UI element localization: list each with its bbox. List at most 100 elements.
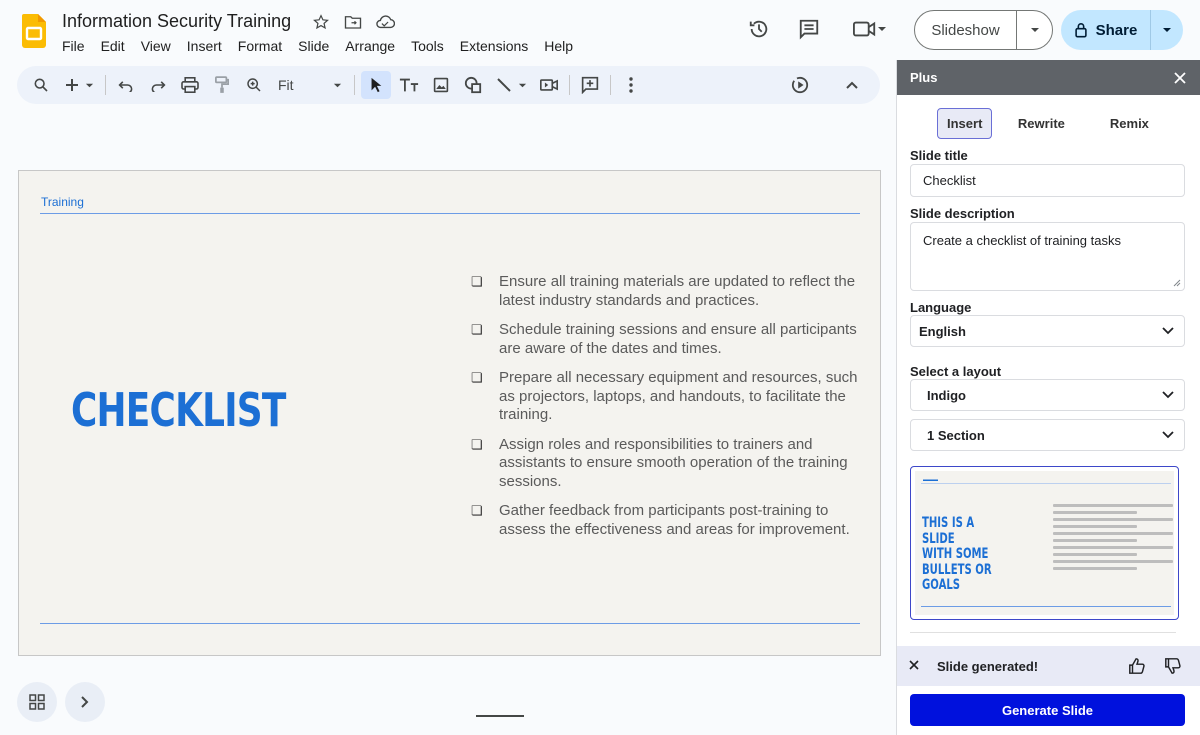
redo-icon[interactable] <box>144 71 172 99</box>
motion-icon[interactable] <box>786 71 814 99</box>
chevron-down-icon[interactable] <box>518 81 527 90</box>
line-icon[interactable] <box>491 71 531 99</box>
section-count-select[interactable]: 1 Section <box>910 419 1185 451</box>
slide-bottom-rule <box>40 623 860 624</box>
checkbox-bullet-icon: ❏ <box>471 322 483 337</box>
preview-bullet-line <box>1053 525 1137 528</box>
thumbs-up-icon[interactable] <box>1122 654 1152 678</box>
share-label: Share <box>1095 21 1138 39</box>
language-select[interactable]: English <box>910 315 1185 347</box>
search-menus-icon[interactable] <box>27 71 55 99</box>
chevron-down-icon[interactable] <box>85 81 94 90</box>
star-icon[interactable] <box>310 11 332 33</box>
cloud-status-icon[interactable] <box>374 11 396 33</box>
slide-description-label: Slide description <box>910 206 1015 221</box>
checklist-item-text: Assign roles and responsibilities to tra… <box>499 435 848 490</box>
preview-bullet-line <box>1053 511 1137 514</box>
slides-logo-icon[interactable] <box>22 14 46 48</box>
grid-icon <box>29 694 45 710</box>
zoom-select[interactable]: Fit <box>272 71 348 99</box>
plus-side-panel: Plus Insert Rewrite Remix Slide title Ch… <box>896 60 1200 735</box>
tab-insert[interactable]: Insert <box>937 108 993 139</box>
dismiss-icon[interactable] <box>909 657 925 675</box>
checkbox-bullet-icon: ❏ <box>471 370 483 385</box>
paint-format-icon[interactable] <box>208 71 236 99</box>
chevron-down-icon <box>1162 391 1174 399</box>
undo-icon[interactable] <box>112 71 140 99</box>
menu-file[interactable]: File <box>54 36 93 56</box>
language-label: Language <box>910 300 972 315</box>
checklist-item: ❏ Schedule training sessions and ensure … <box>471 321 861 358</box>
insert-video-icon[interactable] <box>535 71 563 99</box>
status-bar: Slide generated! <box>897 646 1200 686</box>
comments-icon[interactable] <box>791 11 827 47</box>
menu-tools[interactable]: Tools <box>403 36 452 56</box>
speaker-notes-resize-handle[interactable] <box>476 715 524 717</box>
insert-image-icon[interactable] <box>427 71 455 99</box>
menu-arrange[interactable]: Arrange <box>337 36 403 56</box>
app-header: Information Security Training File Edit … <box>0 0 1200 62</box>
preview-bullet-line <box>1053 546 1173 549</box>
move-folder-icon[interactable] <box>342 11 364 33</box>
preview-bullet-line <box>1053 532 1173 535</box>
add-comment-icon[interactable] <box>576 71 604 99</box>
close-icon[interactable] <box>1172 70 1188 86</box>
layout-preview-card[interactable]: ▬▬▬ THIS IS A SLIDE WITH SOME BULLETS OR… <box>910 466 1179 620</box>
panel-title: Plus <box>910 70 938 85</box>
checklist-item-text: Ensure all training materials are update… <box>499 273 856 309</box>
version-history-icon[interactable] <box>741 11 777 47</box>
more-options-icon[interactable] <box>617 71 645 99</box>
slide-checklist[interactable]: ❏ Ensure all training materials are upda… <box>471 273 861 550</box>
toolbar-divider <box>610 75 611 95</box>
layout-select[interactable]: Indigo <box>910 379 1185 411</box>
expand-filmstrip-button[interactable] <box>65 682 105 722</box>
checklist-item-text: Gather feedback from participants post-t… <box>499 502 850 538</box>
menu-bar: File Edit View Insert Format Slide Arran… <box>54 36 581 56</box>
preview-bullet-line <box>1053 539 1137 542</box>
preview-bullet-line <box>1053 504 1173 507</box>
checkbox-bullet-icon: ❏ <box>471 436 483 452</box>
menu-insert[interactable]: Insert <box>179 36 230 56</box>
slide-description-value: Create a checklist of training tasks <box>923 233 1121 248</box>
slide-title[interactable]: CHECKLIST <box>71 383 286 437</box>
text-box-icon[interactable] <box>395 71 423 99</box>
shape-icon[interactable] <box>459 71 487 99</box>
menu-slide[interactable]: Slide <box>290 36 337 56</box>
menu-format[interactable]: Format <box>230 36 290 56</box>
grid-view-button[interactable] <box>17 682 57 722</box>
menu-edit[interactable]: Edit <box>93 36 133 56</box>
slide-canvas[interactable]: Training CHECKLIST ❏ Ensure all training… <box>18 170 881 656</box>
new-slide-icon[interactable] <box>59 71 99 99</box>
zoom-icon[interactable] <box>240 71 268 99</box>
print-icon[interactable] <box>176 71 204 99</box>
slideshow-button-group: Slideshow <box>914 10 1053 50</box>
slide-description-textarea[interactable]: Create a checklist of training tasks <box>910 222 1185 291</box>
menu-view[interactable]: View <box>133 36 179 56</box>
panel-divider <box>910 632 1176 633</box>
checklist-item: ❏ Prepare all necessary equipment and re… <box>471 369 861 425</box>
document-title[interactable]: Information Security Training <box>62 11 291 32</box>
slide-title-input[interactable]: Checklist <box>910 164 1185 197</box>
meet-dropdown-icon[interactable] <box>877 24 887 34</box>
menu-extensions[interactable]: Extensions <box>452 36 536 56</box>
checklist-item-text: Prepare all necessary equipment and reso… <box>499 369 858 423</box>
tab-rewrite[interactable]: Rewrite <box>1002 108 1080 139</box>
thumbs-down-icon[interactable] <box>1158 654 1188 678</box>
generate-slide-button[interactable]: Generate Slide <box>910 694 1185 726</box>
slideshow-button[interactable]: Slideshow <box>915 11 1017 49</box>
share-button[interactable]: Share <box>1061 10 1151 50</box>
tab-remix[interactable]: Remix <box>1090 108 1168 139</box>
title-actions <box>310 11 396 33</box>
language-value: English <box>919 323 966 339</box>
share-dropdown[interactable] <box>1151 10 1183 50</box>
chevron-down-icon <box>1162 431 1174 439</box>
chevron-right-icon <box>81 696 89 708</box>
select-cursor-icon[interactable] <box>361 71 391 99</box>
slideshow-dropdown[interactable] <box>1017 11 1052 49</box>
collapse-toolbar-icon[interactable] <box>838 71 866 99</box>
mode-tabs: Insert Rewrite Remix <box>937 108 1168 139</box>
meet-icon[interactable] <box>845 11 895 47</box>
slide-section-label[interactable]: Training <box>41 195 84 209</box>
resize-grip-icon[interactable] <box>1173 279 1181 287</box>
menu-help[interactable]: Help <box>536 36 581 56</box>
